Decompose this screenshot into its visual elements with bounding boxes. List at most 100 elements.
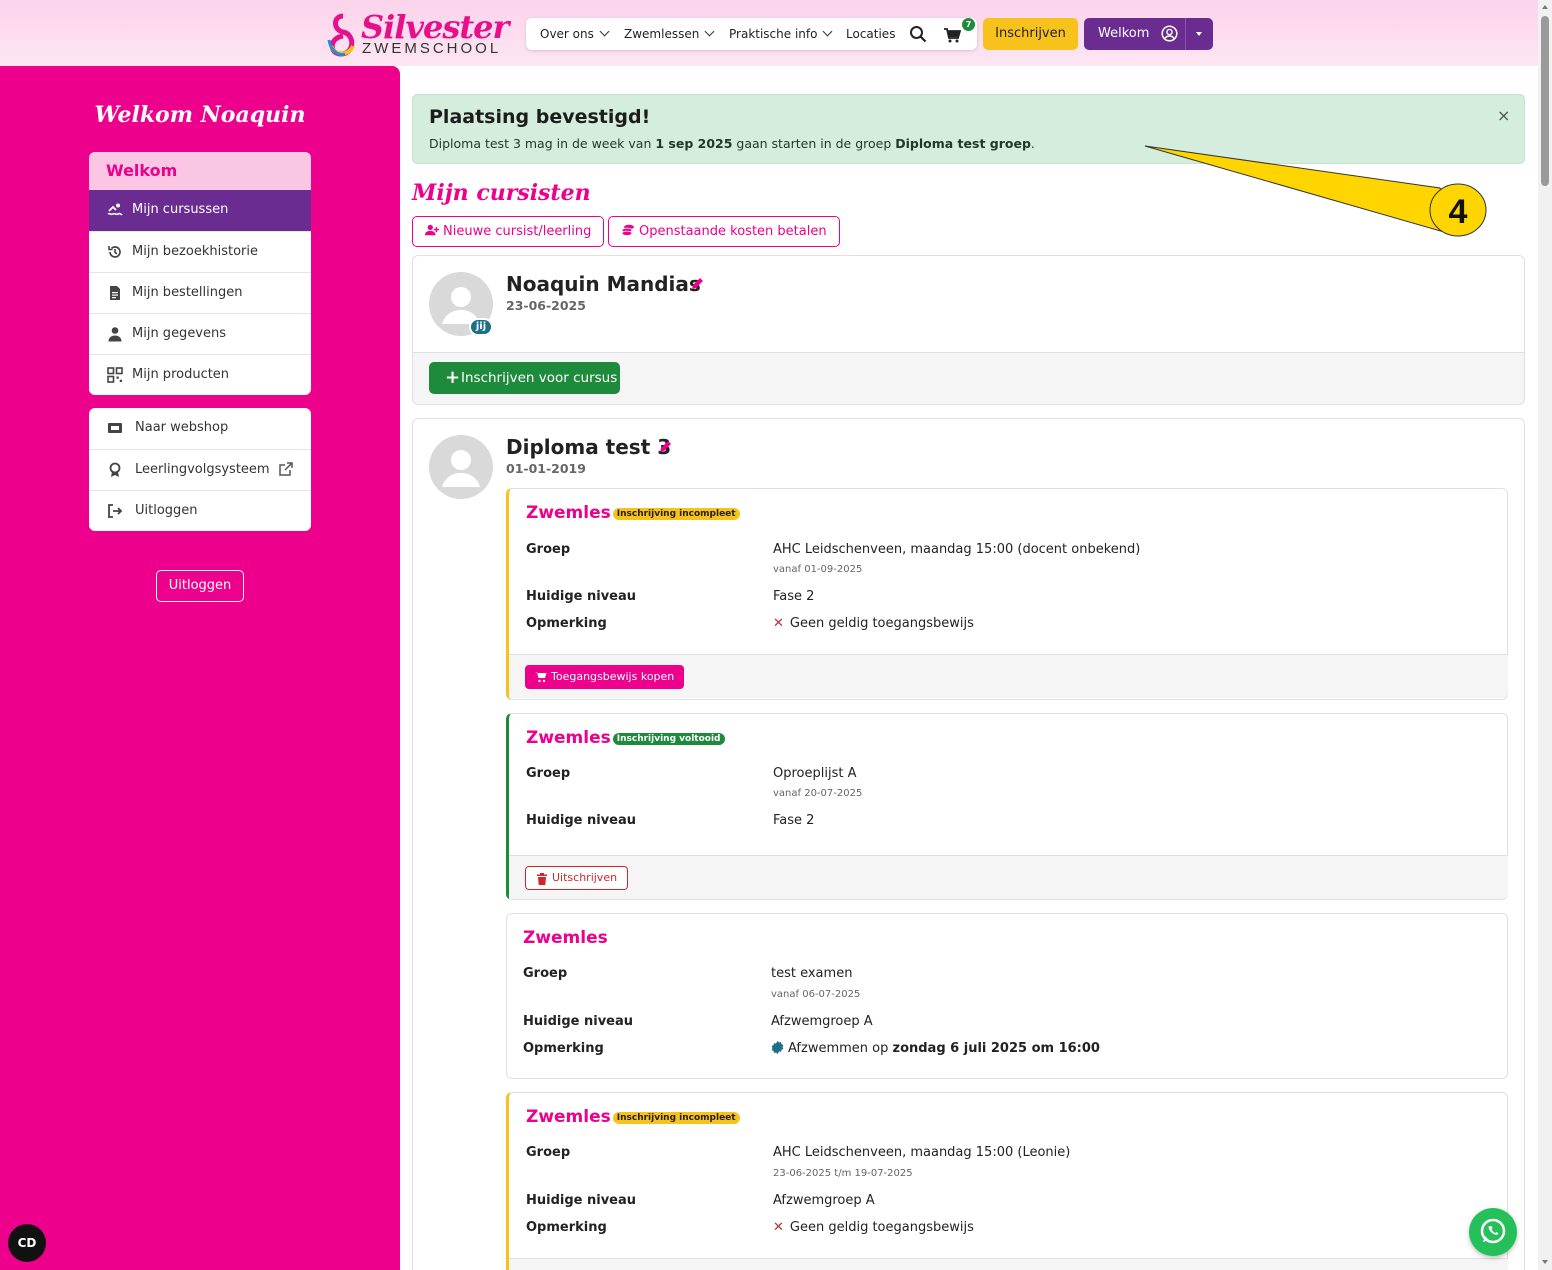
alert-text-part: Diploma test 3 mag in de week van xyxy=(429,136,656,151)
logout-icon xyxy=(108,504,123,518)
sidebar-item-bezoekhistorie[interactable]: Mijn bezoekhistorie xyxy=(89,231,311,272)
sidebar-item-label: Mijn bestellingen xyxy=(132,285,243,300)
sidebar-item-label: Uitloggen xyxy=(135,503,198,518)
whatsapp-button[interactable] xyxy=(1469,1208,1517,1256)
scroll-down-arrow-icon[interactable] xyxy=(1542,1260,1548,1264)
sidebar-item-gegevens[interactable]: Mijn gegevens xyxy=(89,313,311,354)
search-icon[interactable] xyxy=(909,25,927,43)
opmerking-date: zondag 6 juli 2025 om 16:00 xyxy=(892,1041,1100,1056)
value-vanaf: vanaf 20-07-2025 xyxy=(773,788,863,799)
opmerking-text: Afzwemmen op xyxy=(788,1041,893,1056)
logout-button[interactable]: Uitloggen xyxy=(156,570,244,602)
inschrijven-button[interactable]: Inschrijven xyxy=(983,18,1078,50)
course-card: Zwemles Groep test examen vanaf 06-07-20… xyxy=(506,913,1508,1079)
sidebar-item-mijn-cursussen[interactable]: Mijn cursussen xyxy=(89,190,311,231)
value-opmerking: Afzwemmen op zondag 6 juli 2025 om 16:00 xyxy=(771,1041,1100,1056)
caret-down-icon[interactable] xyxy=(1196,32,1202,36)
nav-over-ons[interactable]: Over ons xyxy=(540,26,610,41)
sidebar-item-uitloggen[interactable]: Uitloggen xyxy=(89,490,311,531)
page-title: Mijn cursisten xyxy=(412,180,591,206)
course-name: Zwemles xyxy=(526,503,611,523)
value-vanaf: vanaf 01-09-2025 xyxy=(773,564,863,575)
pay-outstanding-button[interactable]: Openstaande kosten betalen xyxy=(608,216,840,247)
logo-sub: ZWEMSCHOOL xyxy=(362,40,502,57)
alert-text-part: gaan starten in de groep xyxy=(732,136,896,151)
sidebar: Welkom Noaquin Welkom Mijn cursussen Mij… xyxy=(0,66,400,1270)
logo[interactable]: Silvester ZWEMSCHOOL xyxy=(325,8,509,58)
enroll-course-button[interactable]: + Inschrijven voor cursus xyxy=(429,362,620,394)
student-birthdate: 01-01-2019 xyxy=(506,461,586,476)
alert-text: Diploma test 3 mag in de week van 1 sep … xyxy=(429,136,1035,151)
nav-locaties[interactable]: Locaties xyxy=(846,27,895,41)
student-name: Noaquin Mandias xyxy=(506,272,701,296)
value-groep: Oproeplijst A xyxy=(773,766,857,781)
button-label: Openstaande kosten betalen xyxy=(639,224,827,239)
edit-pencil-icon[interactable] xyxy=(658,440,672,454)
status-badge: Inschrijving incompleet xyxy=(612,508,740,520)
nav-praktische-info[interactable]: Praktische info xyxy=(729,26,833,41)
buy-access-button[interactable]: Toegangsbewijs kopen xyxy=(525,665,685,689)
nav-label: Zwemlessen xyxy=(624,27,700,41)
cart-icon[interactable] xyxy=(943,26,961,44)
x-icon: ✕ xyxy=(773,1220,784,1235)
course-card: Zwemles Inschrijving voltooid Groep Oproe… xyxy=(506,713,1508,900)
sidebar-item-label: Mijn gegevens xyxy=(132,326,227,341)
nav-label: Over ons xyxy=(540,27,594,41)
alert-text-part: . xyxy=(1030,136,1035,151)
value-groep: AHC Leidschenveen, maandag 15:00 (docent… xyxy=(773,542,1141,557)
sidebar-item-bestellingen[interactable]: Mijn bestellingen xyxy=(89,272,311,313)
status-badge: Inschrijving incompleet xyxy=(612,1112,740,1124)
sidebar-item-leerlingvolgsysteem[interactable]: Leerlingvolgsysteem xyxy=(89,449,311,490)
course-card: Zwemles Inschrijving incompleet Groep AHC… xyxy=(506,488,1508,700)
course-title: Zwemles Inschrijving incompleet xyxy=(526,503,740,523)
chevron-down-icon xyxy=(704,26,715,37)
cookie-consent-button[interactable]: CD xyxy=(8,1224,46,1262)
chevron-down-icon xyxy=(599,26,610,37)
user-placeholder-icon xyxy=(442,450,480,487)
welkom-account-button[interactable]: Welkom xyxy=(1084,18,1213,50)
history-icon xyxy=(108,246,121,258)
user-plus-icon xyxy=(425,224,439,236)
account-menu: Welkom Mijn cursussen Mijn bezoekhistori… xyxy=(89,152,311,395)
scroll-up-arrow-icon[interactable] xyxy=(1542,5,1548,9)
course-title: Zwemles xyxy=(523,928,608,948)
plus-icon: + xyxy=(445,367,461,388)
label-groep: Groep xyxy=(526,1145,571,1160)
label-niveau: Huidige niveau xyxy=(526,813,637,828)
value-niveau: Fase 2 xyxy=(773,813,815,828)
menu-heading: Welkom xyxy=(89,152,311,190)
new-student-button[interactable]: Nieuwe cursist/leerling xyxy=(412,216,605,247)
course-name: Zwemles xyxy=(526,1107,611,1127)
external-link-icon xyxy=(279,462,293,476)
opmerking-text: Geen geldig toegangsbewijs xyxy=(789,616,974,631)
student-name: Diploma test 3 xyxy=(506,435,672,459)
value-opmerking: ✕ Geen geldig toegangsbewijs xyxy=(773,616,974,631)
course-footer xyxy=(509,1258,1508,1270)
label-groep: Groep xyxy=(526,766,571,781)
logo-mark-icon xyxy=(327,13,355,57)
sidebar-item-producten[interactable]: Mijn producten xyxy=(89,354,311,395)
value-period: 23-06-2025 t/m 19-07-2025 xyxy=(773,1168,913,1179)
sidebar-item-label: Mijn cursussen xyxy=(132,202,229,217)
cart-icon xyxy=(535,672,547,683)
button-label: Uitschrijven xyxy=(552,871,618,884)
scrollbar[interactable] xyxy=(1538,0,1552,1270)
close-icon[interactable]: × xyxy=(1497,106,1510,125)
sidebar-item-webshop[interactable]: Naar webshop xyxy=(89,408,311,449)
edit-pencil-icon[interactable] xyxy=(690,277,704,291)
scrollbar-thumb[interactable] xyxy=(1541,16,1549,186)
divider xyxy=(1185,18,1186,50)
value-groep: test examen xyxy=(771,966,853,981)
cart-count-badge: 7 xyxy=(962,18,975,31)
button-label: Inschrijven voor cursus xyxy=(461,370,618,386)
nav-zwemlessen[interactable]: Zwemlessen xyxy=(624,26,715,41)
user-icon xyxy=(108,327,122,342)
course-name: Zwemles xyxy=(526,728,611,748)
sidebar-item-label: Naar webshop xyxy=(135,420,229,435)
unsubscribe-button[interactable]: Uitschrijven xyxy=(525,866,629,890)
label-groep: Groep xyxy=(526,542,571,557)
value-niveau: Fase 2 xyxy=(773,589,815,604)
callout-number: 4 xyxy=(1449,193,1468,231)
sidebar-item-label: Leerlingvolgsysteem xyxy=(135,462,270,477)
x-icon: ✕ xyxy=(773,616,784,631)
